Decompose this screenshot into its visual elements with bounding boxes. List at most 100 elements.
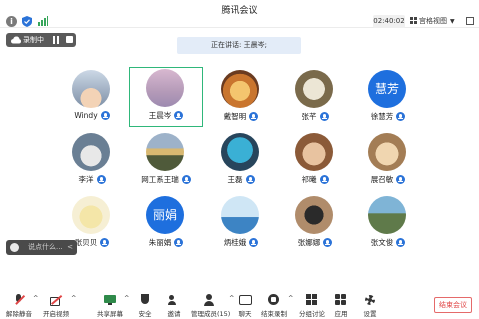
mic-icon [319, 175, 329, 184]
mic-icon [100, 111, 110, 120]
avatar [221, 196, 259, 234]
chevron-up-icon[interactable]: ^ [124, 294, 129, 318]
participant-tile[interactable]: 慧芳 徐慧芳 [351, 68, 425, 128]
breakout-icon [306, 294, 318, 306]
mic-icon [100, 238, 110, 247]
participant-name: 祁曦 [301, 175, 317, 184]
invite-icon [168, 294, 180, 306]
participant-tile[interactable]: 展召敏 [351, 131, 425, 191]
participant-tile[interactable]: 戴智明 [204, 68, 278, 128]
participant-tile[interactable]: 张娜娜 [278, 194, 352, 254]
participant-name: 戴智明 [223, 112, 247, 121]
chevron-up-icon[interactable]: ^ [288, 294, 293, 318]
participant-tile[interactable]: Windy [55, 68, 129, 128]
recording-indicator: 录制中 [6, 33, 76, 47]
avatar: 慧芳 [368, 70, 406, 108]
avatar [146, 69, 184, 107]
chat-label: 聊天 [238, 310, 252, 318]
cloud-icon [11, 36, 21, 44]
chat-input[interactable]: 说点什么... < [6, 240, 77, 255]
avatar [368, 133, 406, 171]
recording-label: 录制中 [23, 36, 44, 44]
stop-recording-button[interactable] [66, 36, 73, 43]
chevron-down-icon: ▼ [450, 18, 455, 25]
participant-tile[interactable]: 张文俊 [351, 194, 425, 254]
avatar [146, 133, 184, 171]
participant-name: 张文俊 [370, 238, 394, 247]
participant-tile[interactable]: 炳桂娥 [204, 194, 278, 254]
settings-button[interactable]: 设置 [360, 294, 380, 318]
members-icon [204, 294, 216, 306]
view-label: 宫格视图 [419, 17, 447, 25]
info-icon[interactable]: i [6, 16, 17, 27]
pause-recording-button[interactable] [52, 36, 60, 44]
mic-icon [96, 175, 106, 184]
apps-icon [335, 294, 347, 306]
avatar [72, 196, 110, 234]
participant-name: 张芊 [301, 112, 317, 121]
bottom-toolbar: 解除静音 ^ 开启视频 ^ 共享屏幕 ^ 安全 邀请 管理成员(15) ^ 聊天… [0, 290, 479, 319]
participant-name: 张贝贝 [74, 238, 98, 247]
signal-icon[interactable] [38, 16, 48, 26]
avatar [295, 196, 333, 234]
record-icon [268, 294, 280, 306]
participant-name: 张娜娜 [297, 238, 321, 247]
invite-label: 邀请 [167, 310, 181, 318]
chevron-left-icon[interactable]: < [67, 240, 73, 255]
security-label: 安全 [138, 310, 152, 318]
mic-icon [174, 111, 184, 120]
start-video-button[interactable]: 开启视频 [42, 294, 70, 318]
participant-tile[interactable]: 张芊 [278, 68, 352, 128]
avatar [72, 70, 110, 108]
participant-tile[interactable]: 王磊 [204, 131, 278, 191]
unmute-button[interactable]: 解除静音 [5, 294, 33, 318]
avatar: 丽娟 [146, 196, 184, 234]
participant-tile[interactable]: 丽娟 朱丽娟 [129, 194, 203, 254]
speaking-banner: 正在讲话: 王晨岑; [177, 37, 301, 54]
fullscreen-icon[interactable] [466, 17, 474, 25]
chat-icon [239, 294, 252, 306]
chevron-up-icon[interactable]: ^ [229, 294, 234, 318]
end-recording-label: 结束录制 [261, 310, 287, 318]
participant-name: Windy [74, 111, 98, 120]
participant-tile[interactable]: 李洋 [55, 131, 129, 191]
apps-label: 应用 [334, 310, 348, 318]
mic-icon [396, 238, 406, 247]
grid-view-icon [410, 17, 417, 24]
end-meeting-button[interactable]: 结束会议 [434, 297, 472, 313]
invite-button[interactable]: 邀请 [163, 294, 185, 318]
chevron-up-icon[interactable]: ^ [33, 294, 38, 318]
participant-name: 朱丽娟 [148, 238, 172, 247]
emoji-icon[interactable] [10, 243, 19, 252]
title-bar: 腾讯会议 i 02:40:02 宫格视图 ▼ [0, 0, 479, 28]
view-switch[interactable]: 宫格视图 ▼ [410, 15, 462, 28]
participant-name: 展召敏 [370, 175, 394, 184]
end-recording-button[interactable]: 结束录制 [260, 294, 288, 318]
mic-icon [319, 112, 329, 121]
participant-tile[interactable]: 网工系王瑞 [129, 131, 203, 191]
breakout-button[interactable]: 分组讨论 [297, 294, 327, 318]
mic-icon [249, 238, 259, 247]
apps-button[interactable]: 应用 [331, 294, 351, 318]
mic-icon [396, 175, 406, 184]
manage-members-label: 管理成员(15) [191, 310, 231, 318]
participant-tile-active[interactable]: 王晨岑 [129, 67, 203, 127]
mic-icon [181, 175, 191, 184]
avatar [368, 196, 406, 234]
mic-muted-icon [13, 294, 25, 306]
avatar [221, 133, 259, 171]
chevron-up-icon[interactable]: ^ [71, 294, 76, 318]
chat-button[interactable]: 聊天 [235, 294, 255, 318]
unmute-label: 解除静音 [6, 310, 32, 318]
shield-icon [139, 294, 151, 306]
security-button[interactable]: 安全 [134, 294, 156, 318]
shield-icon[interactable] [22, 16, 32, 27]
avatar [221, 70, 259, 108]
share-screen-button[interactable]: 共享屏幕 [96, 294, 124, 318]
gear-icon [364, 294, 376, 306]
participant-name: 网工系王瑞 [141, 175, 179, 184]
participant-tile[interactable]: 祁曦 [278, 131, 352, 191]
meeting-timer: 02:40:02 [373, 15, 405, 28]
manage-members-button[interactable]: 管理成员(15) [191, 294, 231, 318]
participant-name: 徐慧芳 [370, 112, 394, 121]
